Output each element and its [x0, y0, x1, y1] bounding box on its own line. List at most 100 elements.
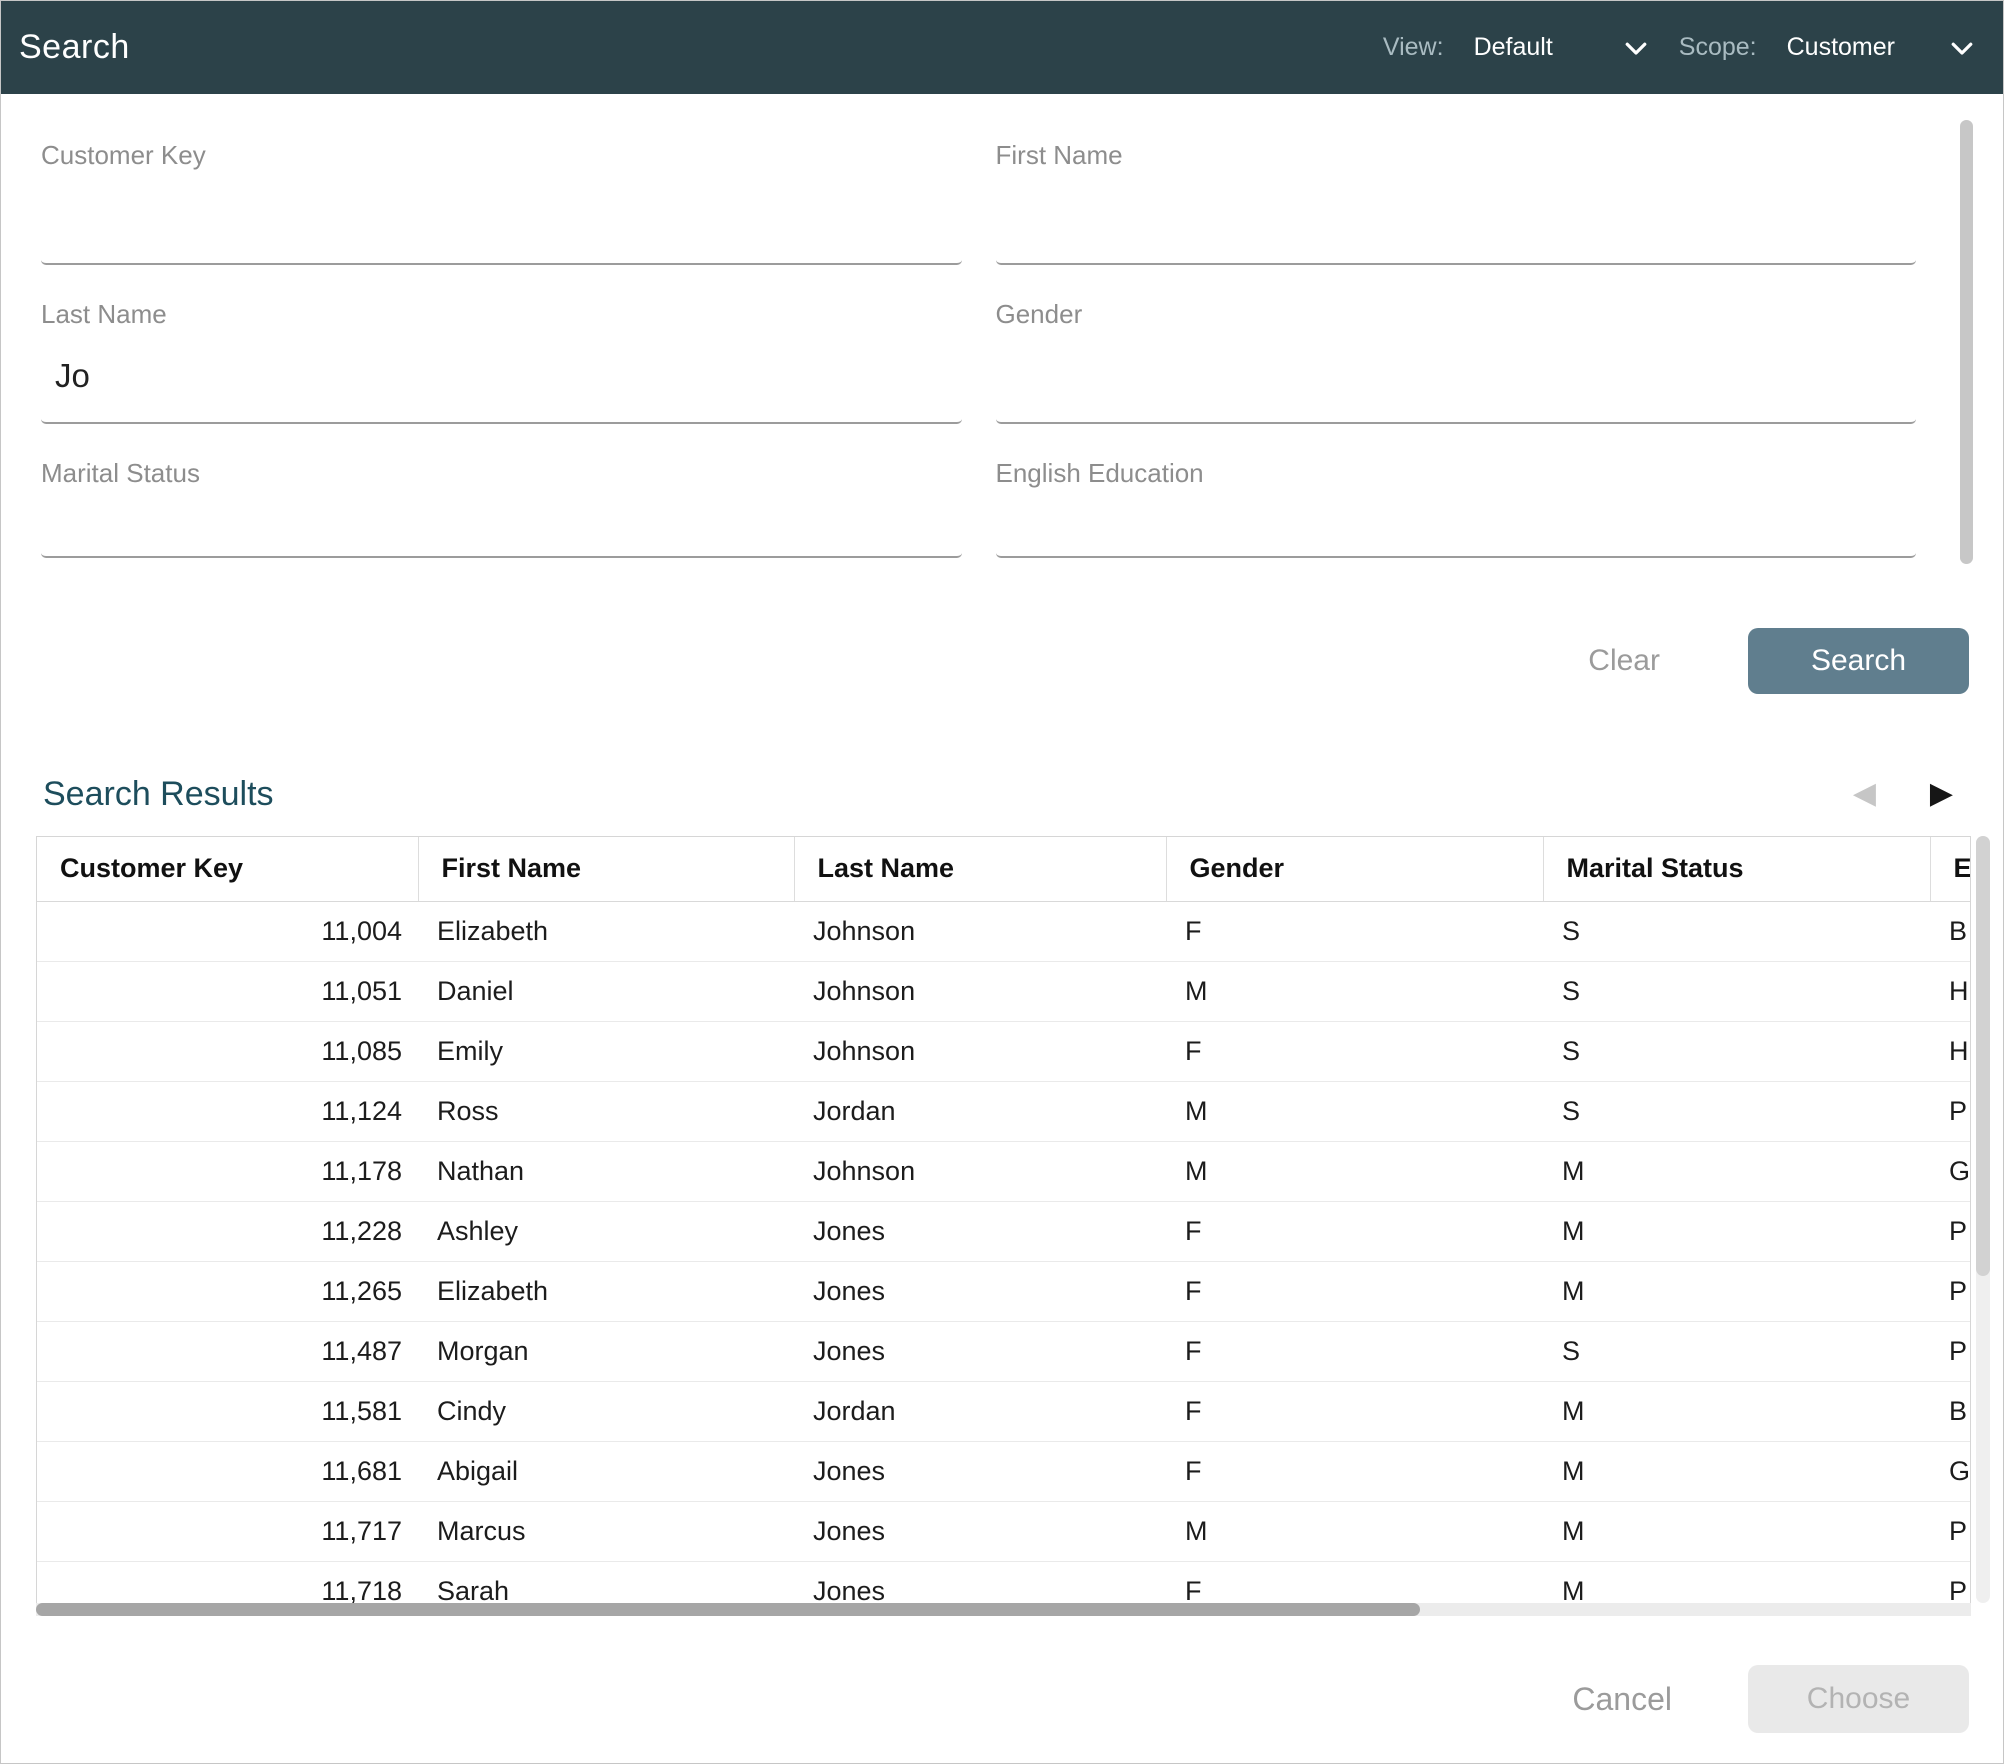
results-horizontal-scrollbar-thumb[interactable] [36, 1603, 1420, 1616]
table-cell: M [1543, 1441, 1930, 1501]
view-label: View: [1383, 33, 1444, 62]
view-select[interactable]: Default [1474, 33, 1553, 62]
column-header[interactable]: E [1930, 837, 1970, 901]
table-cell: Elizabeth [418, 901, 794, 961]
table-cell: Morgan [418, 1321, 794, 1381]
dialog-titlebar: Search View: Default Scope: Customer [1, 1, 2003, 94]
search-dialog: Search View: Default Scope: Customer Cus… [0, 0, 2004, 1764]
table-cell: F [1166, 901, 1543, 961]
table-cell: M [1166, 1501, 1543, 1561]
results-vertical-scrollbar[interactable] [1976, 836, 1990, 1603]
chevron-down-icon[interactable] [1621, 33, 1651, 63]
table-cell: Jones [794, 1201, 1166, 1261]
field-label: Gender [996, 299, 1917, 329]
table-cell: 11,717 [37, 1501, 418, 1561]
table-row[interactable]: 11,004ElizabethJohnsonFSB [37, 901, 1970, 961]
form-scrollbar[interactable] [1960, 120, 1973, 564]
column-header[interactable]: Marital Status [1543, 837, 1930, 901]
table-cell: Johnson [794, 901, 1166, 961]
table-row[interactable]: 11,178NathanJohnsonMMG [37, 1141, 1970, 1201]
field-label: English Education [996, 458, 1917, 488]
customer-key-input[interactable] [41, 170, 962, 265]
table-cell: Sarah [418, 1561, 794, 1603]
results-header-row: Customer KeyFirst NameLast NameGenderMar… [37, 837, 1970, 901]
table-cell: S [1543, 1081, 1930, 1141]
table-cell: 11,085 [37, 1021, 418, 1081]
search-button[interactable]: Search [1748, 628, 1969, 694]
table-cell: Johnson [794, 1141, 1166, 1201]
table-cell: B [1930, 1381, 1970, 1441]
field-english-education: English Education [996, 458, 1917, 558]
dialog-footer: Cancel Choose [1, 1665, 2003, 1733]
table-row[interactable]: 11,228AshleyJonesFMP [37, 1201, 1970, 1261]
table-cell: Johnson [794, 961, 1166, 1021]
results-table-viewport: Customer KeyFirst NameLast NameGenderMar… [36, 836, 1971, 1603]
dialog-title: Search [19, 28, 130, 67]
table-row[interactable]: 11,717MarcusJonesMMP [37, 1501, 1970, 1561]
table-cell: Johnson [794, 1021, 1166, 1081]
cancel-button[interactable]: Cancel [1572, 1681, 1672, 1718]
table-cell: Jordan [794, 1381, 1166, 1441]
table-row[interactable]: 11,085EmilyJohnsonFSH [37, 1021, 1970, 1081]
scope-select[interactable]: Customer [1787, 33, 1895, 62]
table-row[interactable]: 11,124RossJordanMSP [37, 1081, 1970, 1141]
table-cell: F [1166, 1021, 1543, 1081]
scope-label: Scope: [1679, 33, 1757, 62]
table-cell: M [1543, 1201, 1930, 1261]
table-cell: G [1930, 1441, 1970, 1501]
last-name-input[interactable] [41, 329, 962, 424]
form-scrollbar-thumb[interactable] [1960, 120, 1973, 564]
search-form: Customer Key First Name Last Name Gender… [1, 94, 2003, 572]
table-cell: 11,581 [37, 1381, 418, 1441]
table-cell: Jones [794, 1501, 1166, 1561]
table-cell: G [1930, 1141, 1970, 1201]
table-cell: Jones [794, 1261, 1166, 1321]
marital-status-input[interactable] [41, 488, 962, 558]
column-header[interactable]: Last Name [794, 837, 1166, 901]
results-title: Search Results [43, 775, 274, 814]
results-table-zone: Customer KeyFirst NameLast NameGenderMar… [36, 836, 2003, 1603]
column-header[interactable]: Customer Key [37, 837, 418, 901]
previous-page-icon[interactable]: ◀ [1853, 773, 1876, 815]
table-row[interactable]: 11,051DanielJohnsonMSH [37, 961, 1970, 1021]
table-row[interactable]: 11,487MorganJonesFSP [37, 1321, 1970, 1381]
chevron-down-icon[interactable] [1947, 33, 1977, 63]
table-cell: M [1166, 1141, 1543, 1201]
table-row[interactable]: 11,718SarahJonesFMP [37, 1561, 1970, 1603]
table-cell: M [1166, 1081, 1543, 1141]
choose-button[interactable]: Choose [1748, 1665, 1969, 1733]
table-row[interactable]: 11,581CindyJordanFMB [37, 1381, 1970, 1441]
table-cell: P [1930, 1561, 1970, 1603]
table-cell: M [1543, 1381, 1930, 1441]
table-cell: F [1166, 1381, 1543, 1441]
table-cell: M [1543, 1501, 1930, 1561]
table-row[interactable]: 11,681AbigailJonesFMG [37, 1441, 1970, 1501]
table-cell: Jones [794, 1441, 1166, 1501]
column-header[interactable]: Gender [1166, 837, 1543, 901]
field-label: Customer Key [41, 140, 962, 170]
table-cell: P [1930, 1501, 1970, 1561]
table-cell: S [1543, 1321, 1930, 1381]
table-cell: H [1930, 1021, 1970, 1081]
table-cell: M [1166, 961, 1543, 1021]
table-row[interactable]: 11,265ElizabethJonesFMP [37, 1261, 1970, 1321]
titlebar-controls: View: Default Scope: Customer [1383, 33, 1977, 63]
first-name-input[interactable] [996, 170, 1917, 265]
field-label: First Name [996, 140, 1917, 170]
table-cell: S [1543, 961, 1930, 1021]
table-cell: P [1930, 1321, 1970, 1381]
table-cell: 11,718 [37, 1561, 418, 1603]
table-cell: F [1166, 1201, 1543, 1261]
results-table-body: 11,004ElizabethJohnsonFSB11,051DanielJoh… [37, 901, 1970, 1603]
table-cell: 11,265 [37, 1261, 418, 1321]
field-last-name: Last Name [41, 299, 962, 424]
results-vertical-scrollbar-thumb[interactable] [1976, 836, 1990, 1276]
clear-button[interactable]: Clear [1588, 644, 1660, 678]
column-header[interactable]: First Name [418, 837, 794, 901]
table-cell: 11,124 [37, 1081, 418, 1141]
english-education-input[interactable] [996, 488, 1917, 558]
gender-input[interactable] [996, 329, 1917, 424]
next-page-icon[interactable]: ▶ [1930, 773, 1953, 815]
results-horizontal-scrollbar[interactable] [36, 1603, 1971, 1616]
table-cell: Ross [418, 1081, 794, 1141]
